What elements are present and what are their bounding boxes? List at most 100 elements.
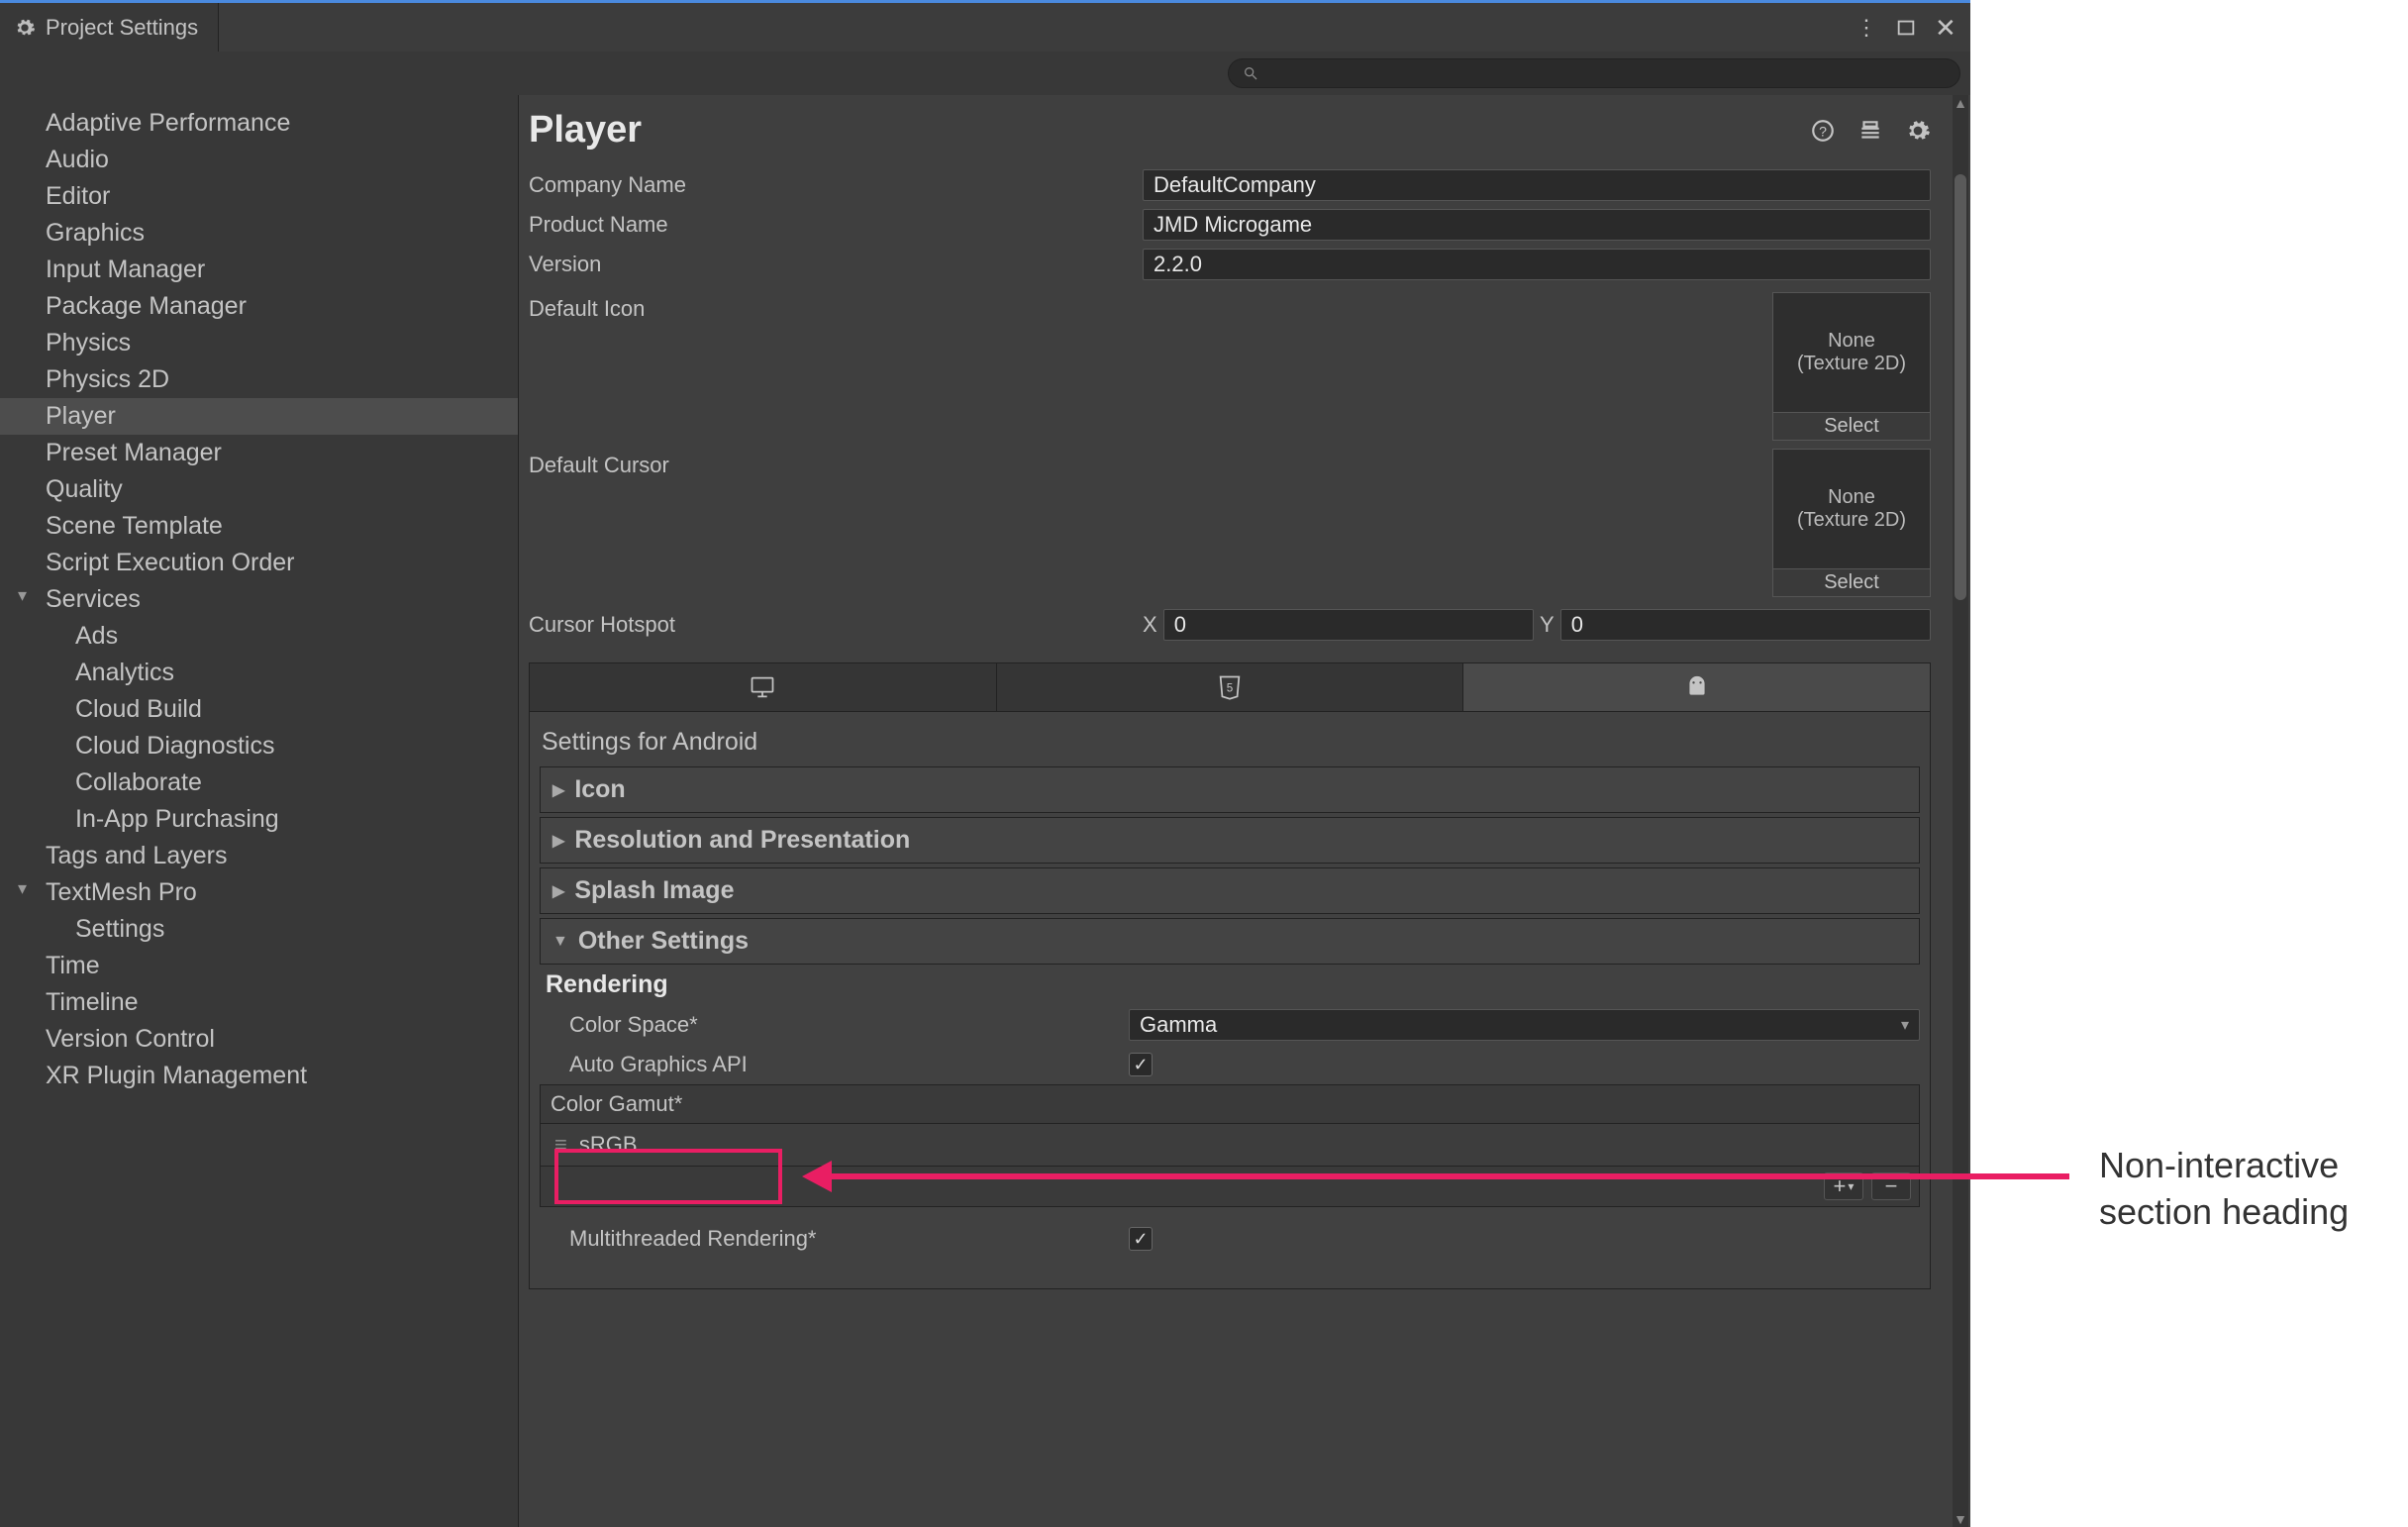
search-input[interactable] — [1228, 58, 1960, 88]
color-space-row: Color Space* Gamma — [540, 1005, 1920, 1045]
company-name-row: Company Name DefaultCompany — [529, 165, 1931, 205]
hotspot-x-field[interactable]: 0 — [1163, 609, 1534, 641]
version-label: Version — [529, 252, 1143, 277]
sidebar-item-xr-plugin-management[interactable]: XR Plugin Management — [0, 1058, 518, 1094]
foldout-other-label: Other Settings — [578, 927, 749, 956]
foldout-icon[interactable]: ▶ Icon — [540, 766, 1920, 813]
sidebar-item-scene-template[interactable]: Scene Template — [0, 508, 518, 545]
platform-tabs: 5 — [529, 662, 1931, 712]
platform-tab-webgl[interactable]: 5 — [997, 663, 1464, 711]
close-icon[interactable]: ✕ — [1935, 17, 1956, 39]
settings-sidebar: Adaptive PerformanceAudioEditorGraphicsI… — [0, 95, 519, 1527]
default-cursor-row: Default Cursor None (Texture 2D) Select — [529, 449, 1931, 597]
sidebar-item-quality[interactable]: Quality — [0, 471, 518, 508]
sidebar-item-collaborate[interactable]: Collaborate — [0, 764, 518, 801]
monitor-icon — [749, 673, 776, 701]
default-cursor-select-button[interactable]: Select — [1773, 568, 1930, 596]
sidebar-item-version-control[interactable]: Version Control — [0, 1021, 518, 1058]
chevron-down-icon: ▼ — [552, 933, 568, 951]
gear-icon[interactable] — [1905, 118, 1931, 144]
sidebar-item-tmp-settings[interactable]: Settings — [0, 911, 518, 948]
sidebar-item-tags-and-layers[interactable]: Tags and Layers — [0, 838, 518, 874]
chevron-right-icon: ▶ — [552, 831, 564, 851]
auto-graphics-checkbox[interactable]: ✓ — [1129, 1053, 1153, 1076]
annotation-text: Non-interactive section heading — [2099, 1143, 2349, 1236]
sidebar-item-script-execution-order[interactable]: Script Execution Order — [0, 545, 518, 581]
auto-graphics-row: Auto Graphics API ✓ — [540, 1045, 1920, 1084]
annotation-arrowhead — [802, 1161, 832, 1192]
foldout-other-settings[interactable]: ▼ Other Settings — [540, 918, 1920, 965]
page-title: Player — [529, 109, 642, 152]
multithreaded-row: Multithreaded Rendering* ✓ — [540, 1219, 1920, 1259]
foldout-splash-label: Splash Image — [574, 876, 734, 905]
cursor-hotspot-label: Cursor Hotspot — [529, 612, 1143, 638]
default-icon-select-button[interactable]: Select — [1773, 412, 1930, 440]
sidebar-item-physics-2d[interactable]: Physics 2D — [0, 361, 518, 398]
default-icon-label: Default Icon — [529, 292, 1143, 441]
project-settings-window: Project Settings ⋮ ✕ Adaptive Performanc… — [0, 0, 1970, 1527]
company-name-label: Company Name — [529, 172, 1143, 198]
platform-section-label: Settings for Android — [540, 722, 1920, 763]
hotspot-y-field[interactable]: 0 — [1560, 609, 1931, 641]
sidebar-item-package-manager[interactable]: Package Manager — [0, 288, 518, 325]
multithreaded-checkbox[interactable]: ✓ — [1129, 1227, 1153, 1251]
version-field[interactable]: 2.2.0 — [1143, 249, 1931, 280]
sidebar-item-player[interactable]: Player — [0, 398, 518, 435]
thumb-none-text: None — [1773, 486, 1930, 509]
foldout-splash[interactable]: ▶ Splash Image — [540, 867, 1920, 914]
company-name-field[interactable]: DefaultCompany — [1143, 169, 1931, 201]
annotation-text-line2: section heading — [2099, 1191, 2349, 1232]
color-gamut-item-label: sRGB — [579, 1132, 638, 1158]
window-title: Project Settings — [46, 15, 198, 41]
default-icon-row: Default Icon None (Texture 2D) Select — [529, 292, 1931, 441]
sidebar-item-cloud-diagnostics[interactable]: Cloud Diagnostics — [0, 728, 518, 764]
window-tab[interactable]: Project Settings — [0, 3, 219, 51]
sidebar-item-analytics[interactable]: Analytics — [0, 655, 518, 691]
sidebar-item-time[interactable]: Time — [0, 948, 518, 984]
version-row: Version 2.2.0 — [529, 245, 1931, 284]
window-menu-icon[interactable]: ⋮ — [1856, 17, 1877, 39]
sidebar-item-timeline[interactable]: Timeline — [0, 984, 518, 1021]
product-name-field[interactable]: JMD Microgame — [1143, 209, 1931, 241]
sidebar-item-ads[interactable]: Ads — [0, 618, 518, 655]
titlebar: Project Settings ⋮ ✕ — [0, 0, 1970, 51]
thumb-type-text: (Texture 2D) — [1773, 509, 1930, 532]
rendering-heading: Rendering — [540, 968, 1920, 1001]
chevron-right-icon: ▶ — [552, 881, 564, 901]
sidebar-item-textmesh-pro[interactable]: TextMesh Pro — [0, 874, 518, 911]
help-icon[interactable]: ? — [1810, 118, 1836, 144]
sidebar-item-input-manager[interactable]: Input Manager — [0, 252, 518, 288]
sidebar-item-adaptive-performance[interactable]: Adaptive Performance — [0, 105, 518, 142]
annotation-arrow — [832, 1173, 2069, 1179]
sidebar-item-physics[interactable]: Physics — [0, 325, 518, 361]
scroll-down-icon[interactable]: ▼ — [1953, 1511, 1968, 1527]
foldout-resolution[interactable]: ▶ Resolution and Presentation — [540, 817, 1920, 864]
color-space-dropdown[interactable]: Gamma — [1129, 1009, 1920, 1041]
settings-main: Player ? Company Name DefaultCompany Pro… — [519, 95, 1970, 1527]
gear-icon — [14, 17, 36, 39]
sidebar-item-cloud-build[interactable]: Cloud Build — [0, 691, 518, 728]
sidebar-item-preset-manager[interactable]: Preset Manager — [0, 435, 518, 471]
scrollbar-thumb[interactable] — [1955, 174, 1966, 600]
chevron-down-icon: ▾ — [1848, 1179, 1854, 1193]
sidebar-item-services[interactable]: Services — [0, 581, 518, 618]
html5-icon: 5 — [1216, 673, 1244, 701]
presets-icon[interactable] — [1857, 118, 1883, 144]
maximize-icon[interactable] — [1895, 17, 1917, 39]
sidebar-item-audio[interactable]: Audio — [0, 142, 518, 178]
default-cursor-picker[interactable]: None (Texture 2D) Select — [1772, 449, 1931, 597]
color-gamut-item[interactable]: sRGB — [541, 1124, 1919, 1166]
platform-tab-android[interactable] — [1463, 663, 1930, 711]
platform-tab-standalone[interactable] — [530, 663, 997, 711]
thumb-none-text: None — [1773, 330, 1930, 353]
main-scrollbar[interactable]: ▲ ▼ — [1953, 95, 1968, 1527]
chevron-right-icon: ▶ — [552, 780, 564, 800]
sidebar-item-in-app-purchasing[interactable]: In-App Purchasing — [0, 801, 518, 838]
default-icon-picker[interactable]: None (Texture 2D) Select — [1772, 292, 1931, 441]
thumb-type-text: (Texture 2D) — [1773, 353, 1930, 375]
scroll-up-icon[interactable]: ▲ — [1953, 95, 1968, 111]
color-space-label: Color Space* — [540, 1012, 1129, 1038]
sidebar-item-graphics[interactable]: Graphics — [0, 215, 518, 252]
sidebar-item-editor[interactable]: Editor — [0, 178, 518, 215]
default-cursor-label: Default Cursor — [529, 449, 1143, 597]
